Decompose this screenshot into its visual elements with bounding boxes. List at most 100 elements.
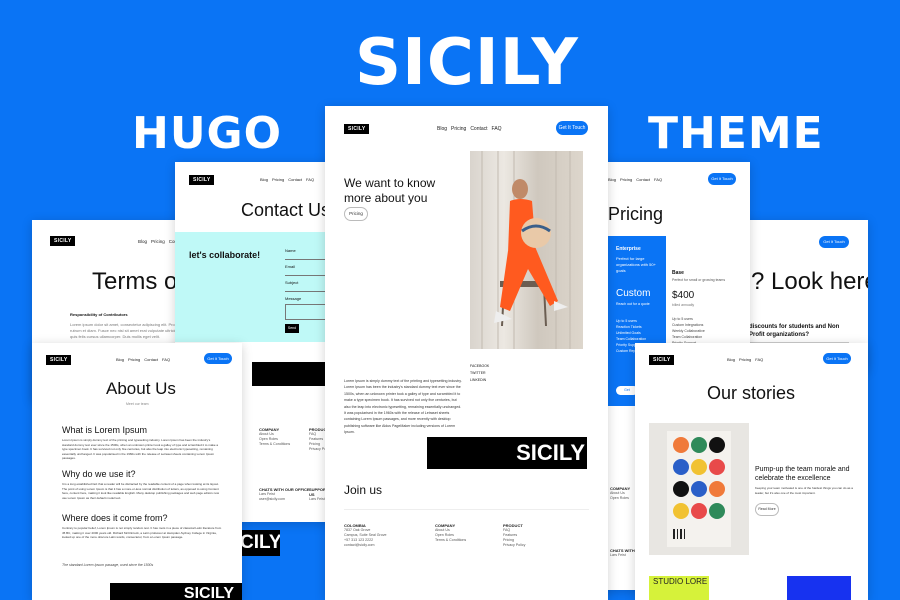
nav-link-pricing[interactable]: Pricing xyxy=(739,357,751,362)
hero-left: HUGO xyxy=(132,108,283,159)
faq-question[interactable]: discounts for students and Non Profit or… xyxy=(749,323,849,339)
nav-link-faq[interactable]: FAQ xyxy=(492,126,502,132)
footer-link[interactable]: Open Roles xyxy=(259,437,278,441)
nav-links: Blog Pricing FAQ xyxy=(727,357,767,362)
nav-link-blog[interactable]: Blog xyxy=(437,126,447,132)
banner-text: CILY xyxy=(240,532,280,553)
divider xyxy=(344,509,589,510)
footer-col-product: PRODUCT FAQ Features Pricing Privacy Policy xyxy=(503,523,525,548)
plan-name: Base xyxy=(672,270,684,276)
footer-link[interactable]: Pricing xyxy=(309,442,320,446)
nav-link-contact[interactable]: Contact xyxy=(144,357,158,362)
name-label: Name xyxy=(285,248,296,253)
send-button[interactable]: Send xyxy=(285,324,299,333)
hero-title: SICILY xyxy=(355,26,579,100)
get-in-touch-button[interactable]: Get It Touch xyxy=(819,236,849,248)
logo[interactable]: SICILY xyxy=(189,175,215,185)
footer-text: Lars Feist xyxy=(259,492,275,496)
footer-text: 7837 Oak Grove xyxy=(344,528,371,532)
plan-name: Enterprise xyxy=(616,246,641,252)
nav-link-pricing[interactable]: Pricing xyxy=(451,126,466,132)
plan-price-note: billed annually xyxy=(672,303,695,307)
pricing-button[interactable]: Pricing xyxy=(344,207,368,221)
footer-link[interactable]: Open Roles xyxy=(610,496,629,500)
footer-link[interactable]: Terms & Conditions xyxy=(435,538,466,542)
nav-link-contact[interactable]: Contact xyxy=(470,126,487,132)
nav-link-faq[interactable]: FAQ xyxy=(162,357,170,362)
nav-link-blog[interactable]: Blog xyxy=(138,239,147,244)
hero-right: THEME xyxy=(648,108,824,159)
nav-link-faq[interactable]: FAQ xyxy=(654,177,662,182)
join-heading: Join us xyxy=(344,483,383,497)
social-link-linkedin[interactable]: LINKEDIN xyxy=(470,377,486,383)
footer-link[interactable]: Open Roles xyxy=(435,533,454,537)
page-title: Contact Us xyxy=(241,200,331,220)
footer-link[interactable]: FAQ xyxy=(503,528,510,532)
page-title: Our stories xyxy=(707,383,796,403)
nav-link-blog[interactable]: Blog xyxy=(116,357,124,362)
nav-link-contact[interactable]: Contact xyxy=(636,177,650,182)
footer-link[interactable]: Privacy Policy xyxy=(503,543,525,547)
footer-text: Lars Feist xyxy=(610,553,626,557)
footer-link[interactable]: About Us xyxy=(259,432,274,436)
nav-link-pricing[interactable]: Pricing xyxy=(620,177,632,182)
post-thumbnail-blue xyxy=(787,576,851,600)
logo[interactable]: SICILY xyxy=(50,236,76,246)
nav-link-blog[interactable]: Blog xyxy=(260,177,268,182)
footer-col-company: COMPANY About Us Open Roles Terms & Conditi… xyxy=(259,427,290,447)
nav-link-pricing[interactable]: Pricing xyxy=(151,239,165,244)
footer-link[interactable]: About Us xyxy=(610,491,625,495)
nav-links: Blog Pricing Contact FAQ xyxy=(116,357,174,362)
post-title[interactable]: Pump-up the team morale and celebrate th… xyxy=(755,465,855,483)
get-in-touch-button[interactable]: Get It Touch xyxy=(708,173,736,185)
nav-link-contact[interactable]: Contact xyxy=(288,177,302,182)
nav-link-faq[interactable]: FAQ xyxy=(755,357,763,362)
banner-text: SICILY xyxy=(183,585,234,600)
logo[interactable]: SICILY xyxy=(649,355,675,365)
footer-text: Campus, Suite Seal Grove xyxy=(344,533,387,537)
feature-list: Up to 5 users Custom Integrations Weekly… xyxy=(672,316,705,346)
post-thumbnail-yellow: STUDIO LORE xyxy=(649,576,709,600)
footer-email[interactable]: contact@sicily.com xyxy=(344,543,375,547)
about-card: SICILY Blog Pricing Contact FAQ Get It Touc… xyxy=(32,343,242,600)
plan-price-note: Reach out for a quote xyxy=(616,302,650,306)
footer-email[interactable]: user@sicily.com xyxy=(259,497,285,501)
section-heading: What is Lorem Ipsum xyxy=(62,425,148,435)
footer-link[interactable]: Features xyxy=(503,533,517,537)
logo[interactable]: SICILY xyxy=(46,355,72,365)
footer-link[interactable]: Terms & Conditions xyxy=(259,442,290,446)
post-thumbnail xyxy=(649,423,749,555)
plan-description: Perfect for small or growing teams xyxy=(672,278,726,282)
social-link-twitter[interactable]: TWITTER xyxy=(470,370,486,376)
left-sicily-banner: CILY xyxy=(240,530,280,556)
nav-link-blog[interactable]: Blog xyxy=(608,177,616,182)
get-in-touch-button[interactable]: Get It Touch xyxy=(204,353,232,364)
subject-label: Subject xyxy=(285,280,299,285)
nav-link-blog[interactable]: Blog xyxy=(727,357,735,362)
section-text: Contrary to popular belief, Lorem Ipsum … xyxy=(62,526,222,539)
section-heading: Responsibility of Contributors xyxy=(70,312,128,317)
section-heading: Where does it come from? xyxy=(62,513,168,523)
stories-card: SICILY Blog Pricing FAQ Get It Touch Our s… xyxy=(635,343,868,600)
footer-link[interactable]: Features xyxy=(309,437,323,441)
footer-link[interactable]: FAQ xyxy=(309,432,316,436)
nav-link-pricing[interactable]: Pricing xyxy=(272,177,284,182)
nav-links: Blog Pricing Contact FAQ xyxy=(437,126,506,132)
page-title: Pricing xyxy=(608,204,664,224)
thumbnail-text: STUDIO LORE xyxy=(653,577,708,586)
footer-link[interactable]: Pricing xyxy=(503,538,514,542)
nav-link-faq[interactable]: FAQ xyxy=(306,177,314,182)
plan-description: Perfect for large organizations with 50+… xyxy=(616,256,656,273)
footer-col-office: CHATS WITH OUR OFFICE Lars Feist user@sici… xyxy=(259,487,310,502)
footer-col-company: COMPANY About Us Open Roles xyxy=(610,486,630,501)
get-in-touch-button[interactable]: Get It Touch xyxy=(823,353,851,364)
social-link-facebook[interactable]: FACEBOOK xyxy=(470,363,489,369)
get-in-touch-button[interactable]: Get It Touch xyxy=(556,121,588,135)
nav-link-pricing[interactable]: Pricing xyxy=(128,357,140,362)
section-text: It is a long established fact that a rea… xyxy=(62,482,220,500)
logo[interactable]: SICILY xyxy=(344,124,370,134)
black-banner xyxy=(252,362,333,386)
message-label: Message xyxy=(285,296,302,301)
read-more-button[interactable]: Read More xyxy=(755,503,779,516)
footer-link[interactable]: About Us xyxy=(435,528,450,532)
